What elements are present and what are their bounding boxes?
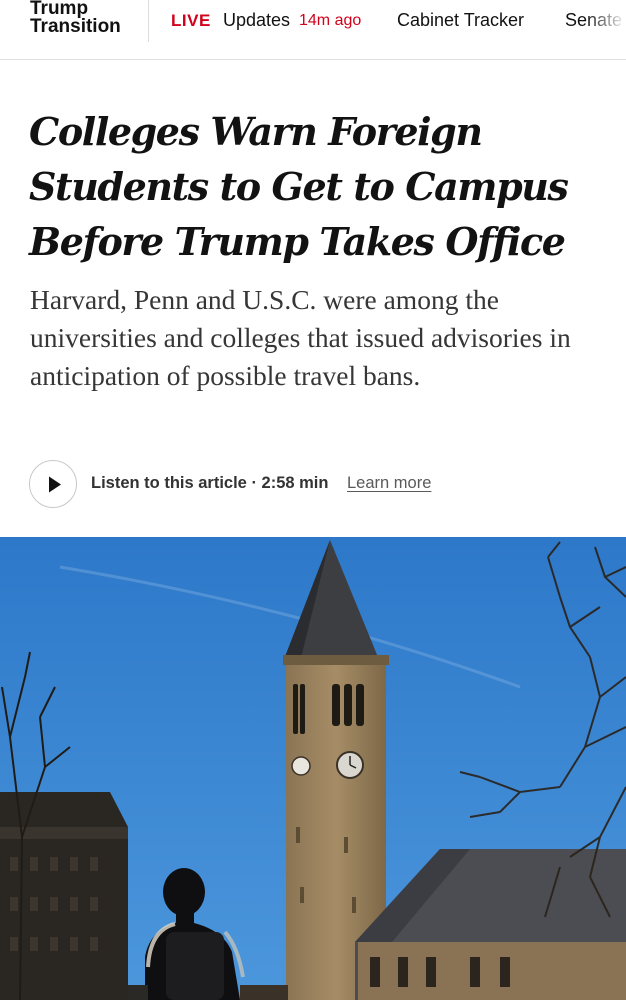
live-updates-link[interactable]: Updates xyxy=(223,10,290,31)
section-label[interactable]: Trump Transition xyxy=(30,0,121,36)
article-summary: Harvard, Penn and U.S.C. were among the … xyxy=(30,284,571,391)
nav-divider xyxy=(148,0,149,42)
nav-scroll-fade xyxy=(586,0,626,59)
article-headline: Colleges Warn Foreign Students to Get to… xyxy=(29,109,569,264)
listen-label: Listen to this article · 2:58 min xyxy=(91,474,329,492)
learn-more-link[interactable]: Learn more xyxy=(347,474,431,493)
live-badge[interactable]: LIVE xyxy=(171,11,211,31)
clock-tower-photo xyxy=(0,537,626,1000)
lead-photo xyxy=(0,537,626,1000)
nav-item-cabinet-tracker[interactable]: Cabinet Tracker xyxy=(397,10,524,31)
top-nav: Trump Transition LIVE Updates 14m ago Ca… xyxy=(0,0,626,60)
updated-timestamp: 14m ago xyxy=(299,12,362,29)
play-icon xyxy=(49,476,61,493)
section-label-line2: Transition xyxy=(30,16,121,37)
play-audio-button[interactable] xyxy=(29,460,77,508)
